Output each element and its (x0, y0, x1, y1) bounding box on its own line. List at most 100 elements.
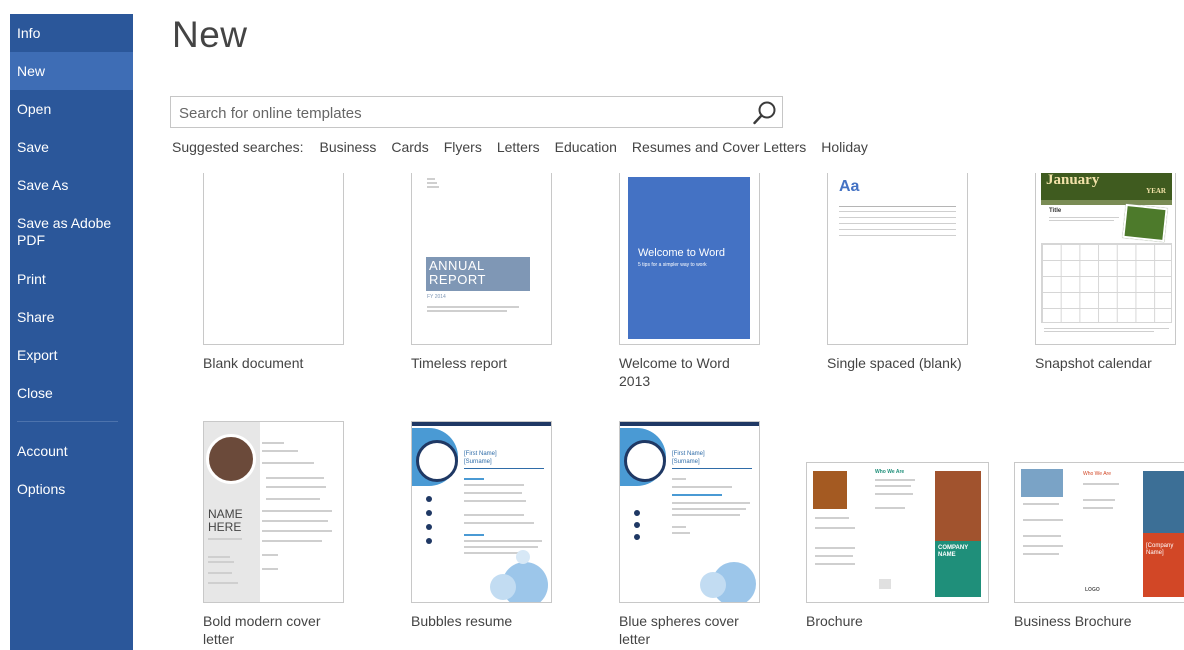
thumb-line (266, 486, 326, 488)
template-thumb-bold-modern-cover-letter[interactable]: NAME HERE (203, 421, 344, 603)
thumb-line (1083, 507, 1113, 509)
welcome-title: Welcome to Word (638, 247, 726, 259)
template-name-timeless-report[interactable]: Timeless report (411, 354, 507, 372)
thumb-line (839, 223, 956, 224)
template-thumb-business-brochure[interactable]: Who We Are LOGO [Company Name] (1014, 462, 1184, 603)
template-thumb-blue-spheres-cover-letter[interactable]: [First Name] [Surname] (619, 421, 760, 603)
thumb-line (815, 555, 853, 557)
template-name-bubbles-resume[interactable]: Bubbles resume (411, 612, 512, 630)
calendar-strip (1041, 200, 1172, 205)
nav-open[interactable]: Open (10, 101, 133, 118)
who-we-are-text: Who We Are (875, 469, 905, 475)
thumb-line (1023, 535, 1061, 537)
bubble-decoration (700, 572, 726, 598)
template-name-blue-spheres-cover-letter[interactable]: Blue spheres cover letter (619, 612, 759, 648)
company-name-text: [Company Name] (1146, 543, 1174, 556)
thumb-line (672, 486, 732, 488)
thumb-line (464, 534, 484, 536)
suggested-link-cards[interactable]: Cards (391, 139, 428, 155)
bullet-icon (634, 510, 640, 516)
thumb-line (208, 572, 232, 574)
thumb-line (427, 178, 435, 180)
template-name-blank-document[interactable]: Blank document (203, 354, 303, 372)
nav-save-as[interactable]: Save As (10, 177, 133, 194)
bullet-icon (634, 522, 640, 528)
thumb-line (464, 552, 524, 554)
template-name-welcome-to-word[interactable]: Welcome to Word 2013 (619, 354, 759, 390)
thumb-line (208, 561, 234, 563)
thumb-line (672, 532, 690, 534)
template-thumb-bubbles-resume[interactable]: [First Name] [Surname] (411, 421, 552, 603)
thumb-line (262, 450, 298, 452)
nav-info[interactable]: Info (10, 25, 133, 42)
brochure-flowers-photo (935, 471, 981, 541)
calendar-photo (1122, 203, 1168, 243)
template-thumb-welcome-to-word[interactable]: Welcome to Word 5 tips for a simpler way… (619, 173, 760, 345)
company-panel: COMPANY NAME (935, 541, 981, 597)
calendar-grid (1041, 243, 1172, 323)
suggested-link-business[interactable]: Business (320, 139, 377, 155)
suggested-link-resumes[interactable]: Resumes and Cover Letters (632, 139, 806, 155)
logo-text: LOGO (1085, 587, 1100, 593)
template-name-bold-modern-cover-letter[interactable]: Bold modern cover letter (203, 612, 343, 648)
template-thumb-single-spaced[interactable]: Aa (827, 173, 968, 345)
top-band (412, 422, 551, 426)
thumb-line (1023, 519, 1063, 521)
thumb-line (1023, 545, 1063, 547)
template-name-snapshot-calendar[interactable]: Snapshot calendar (1035, 354, 1152, 372)
thumb-line (672, 478, 686, 480)
who-we-are-text: Who We Are (1083, 471, 1111, 477)
first-name-text: [First Name] (464, 451, 497, 457)
nav-save-as-adobe-pdf[interactable]: Save as Adobe PDF (10, 215, 120, 249)
thumb-line (815, 527, 855, 529)
template-thumb-brochure[interactable]: Who We Are COMPANY NAME (806, 462, 989, 603)
template-name-brochure[interactable]: Brochure (806, 612, 863, 630)
fy-text: FY 2014 (427, 294, 446, 300)
thumb-line (427, 310, 507, 312)
thumb-line (875, 507, 905, 509)
brochure-photo (813, 471, 847, 509)
avatar (416, 440, 458, 482)
thumb-line (262, 462, 314, 464)
first-name-text: [First Name] (672, 451, 705, 457)
suggested-link-flyers[interactable]: Flyers (444, 139, 482, 155)
template-thumb-blank-document[interactable] (203, 173, 344, 345)
nav-new[interactable]: New (10, 52, 133, 90)
welcome-subtitle: 5 tips for a simpler way to work (638, 262, 707, 268)
nav-share[interactable]: Share (10, 309, 133, 326)
search-input[interactable] (177, 97, 751, 129)
thumb-line (1044, 331, 1154, 332)
thumb-line (266, 498, 320, 500)
thumb-line (839, 217, 956, 218)
template-thumb-snapshot-calendar[interactable]: January YEAR Title (1035, 173, 1176, 345)
suggested-link-holiday[interactable]: Holiday (821, 139, 868, 155)
thumb-line (839, 229, 956, 230)
suggested-link-letters[interactable]: Letters (497, 139, 540, 155)
nav-account[interactable]: Account (10, 443, 133, 460)
nav-export[interactable]: Export (10, 347, 133, 364)
template-name-single-spaced[interactable]: Single spaced (blank) (827, 354, 967, 372)
nav-close[interactable]: Close (10, 385, 133, 402)
template-thumb-timeless-report[interactable]: ANNUAL REPORT FY 2014 (411, 173, 552, 345)
nav-options[interactable]: Options (10, 481, 133, 498)
search-box[interactable] (170, 96, 783, 129)
thumb-line (1023, 553, 1059, 555)
thumb-line (266, 477, 324, 479)
search-icon[interactable] (752, 100, 778, 126)
suggested-link-education[interactable]: Education (555, 139, 617, 155)
thumb-line (464, 500, 526, 502)
thumb-line (672, 526, 686, 528)
thumb-line (672, 494, 722, 496)
top-band (620, 422, 759, 426)
thumb-line (464, 546, 538, 548)
nav-print[interactable]: Print (10, 271, 133, 288)
thumb-line (464, 540, 542, 542)
backstage-sidebar: Info New Open Save Save As Save as Adobe… (10, 14, 133, 650)
template-name-business-brochure[interactable]: Business Brochure (1014, 612, 1132, 630)
thumb-line (815, 517, 849, 519)
calendar-year: YEAR (1146, 187, 1166, 195)
nav-save[interactable]: Save (10, 139, 133, 156)
bullet-icon (426, 510, 432, 516)
thumb-line (464, 484, 524, 486)
welcome-cover: Welcome to Word 5 tips for a simpler way… (628, 177, 750, 339)
